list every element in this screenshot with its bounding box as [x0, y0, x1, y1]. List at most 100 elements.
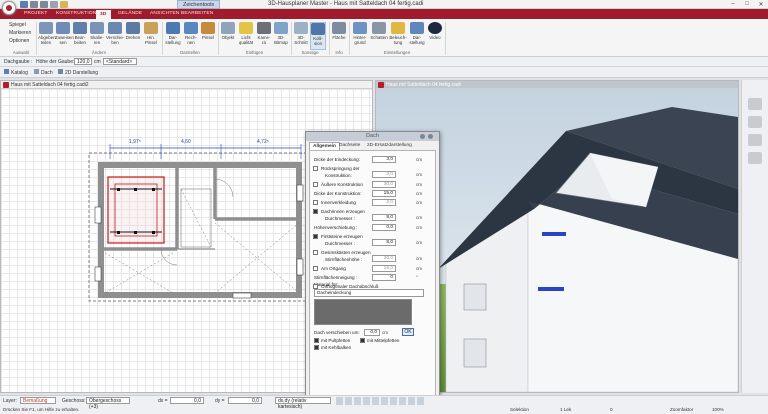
snap-toolbar[interactable]: [336, 397, 426, 405]
ribbon-item-markieren[interactable]: Markieren: [9, 30, 31, 36]
ribbon-button-beleuchtung[interactable]: Beleuch-tung: [389, 22, 407, 50]
coord-mode-select[interactable]: dx,dy (relativ kartesisch): [275, 397, 331, 410]
katalog-button[interactable]: Katalog: [4, 69, 28, 76]
tab-konstruktion[interactable]: KONSTRUKTION: [52, 9, 101, 19]
tab-3d[interactable]: 3D: [96, 10, 111, 19]
row-input[interactable]: 3,0: [372, 156, 396, 163]
tab-dachseite[interactable]: Dachseite: [336, 142, 363, 150]
tab-2d-ersatzdarstellung[interactable]: 2D-Ersatzdarstellung: [364, 142, 415, 150]
style-select[interactable]: <Standard>: [103, 58, 137, 65]
ribbon-separator: [291, 22, 292, 55]
row-input[interactable]: 3,0: [372, 171, 396, 178]
ribbon-button-darstellung[interactable]: Dar-stellung: [164, 22, 182, 50]
row-label: Höhenverschiebung :: [314, 225, 358, 230]
gaube-hoehe-input[interactable]: 120,0: [74, 58, 92, 65]
dx-input[interactable]: 0,0: [170, 397, 204, 404]
checkbox[interactable]: [314, 338, 319, 343]
ribbon-button-schatten[interactable]: Schatten: [370, 22, 388, 50]
ribbon-button-darstellung-2[interactable]: Dar-stellung: [408, 22, 426, 50]
2d-darstellung-button[interactable]: 2D Darstellung: [58, 69, 98, 76]
print-icon[interactable]: [50, 1, 58, 8]
row-sublabel: Durchmesser :: [325, 216, 355, 221]
save-icon[interactable]: [20, 1, 28, 8]
settings-icon[interactable]: [748, 152, 762, 164]
row-input[interactable]: 15,0: [372, 190, 396, 197]
ribbon-button-pinsel[interactable]: Pinsel: [200, 22, 216, 50]
checkbox[interactable]: [314, 345, 319, 350]
ribbon-button-skalieren[interactable]: Skalie-ren: [89, 22, 105, 50]
checkbox[interactable]: [313, 200, 318, 205]
row-input[interactable]: 8,0: [372, 214, 396, 221]
edit-icon: [73, 22, 87, 34]
dach-button[interactable]: Dach: [34, 69, 53, 76]
dx-label: dx =: [158, 398, 168, 404]
shift-input[interactable]: 0,0: [364, 329, 380, 336]
undo-icon[interactable]: [30, 1, 38, 8]
3d-window-titlebar[interactable]: Haus mit Satteldach 04 fertig.cadi: [376, 81, 738, 89]
dach-dialog[interactable]: Dach Allgemein Dachseite 2D-Ersatzdarste…: [305, 131, 440, 399]
row-label: Äußere Konstruktion: [321, 182, 363, 187]
row-label: Dicke der Konstruktion:: [314, 191, 362, 196]
row-input[interactable]: 20,0: [372, 255, 396, 262]
ribbon-button-zuweisen[interactable]: Zuweisen sen: [55, 22, 74, 50]
ribbon-item-spiegel[interactable]: Spiegel: [9, 22, 26, 28]
application-menu-button[interactable]: [2, 1, 16, 15]
row-input[interactable]: 0: [372, 274, 396, 281]
kehlbalken-checkbox[interactable]: mit Kehlbalken: [314, 345, 351, 351]
ribbon-button-drehen[interactable]: Drehen: [125, 22, 141, 50]
ribbon-button-3d-bitmap[interactable]: 3D- Bitmap: [273, 22, 289, 50]
ok-button[interactable]: OK: [402, 328, 414, 336]
row-input[interactable]: 8,0: [372, 239, 396, 246]
redo-icon[interactable]: [40, 1, 48, 8]
ribbon-button-kamera[interactable]: Kame-ra: [256, 22, 272, 50]
layer-select[interactable]: Bemaßung: [20, 397, 56, 404]
checkbox[interactable]: [313, 166, 318, 171]
ribbon-item-optionen[interactable]: Optionen: [9, 38, 29, 44]
floor-select[interactable]: Obergeschoss (+3): [86, 397, 130, 410]
checkbox[interactable]: [360, 338, 365, 343]
material-preview[interactable]: [314, 299, 412, 325]
dy-input[interactable]: 0,0: [228, 397, 262, 404]
catalog-icon[interactable]: [748, 116, 762, 128]
tab-gelaende[interactable]: GELÄNDE: [114, 9, 146, 19]
checkbox[interactable]: [313, 284, 318, 289]
ribbon-button-3d-schnitt[interactable]: 3D- Schnitt: [293, 22, 309, 50]
row-input[interactable]: 2,0: [372, 199, 396, 206]
minimize-icon[interactable]: –: [728, 1, 738, 8]
pultpfetten-checkbox[interactable]: mit Pultpfetten: [314, 338, 350, 344]
ribbon-button-rechnen[interactable]: Rech-nen: [183, 22, 199, 50]
ribbon-button-bearbeiten[interactable]: Bear-beiten: [72, 22, 88, 50]
open-icon[interactable]: [60, 1, 68, 8]
ribbon-button-verschieben[interactable]: Verschie-ben: [106, 22, 124, 50]
lighting-icon: [391, 22, 405, 34]
layers-icon[interactable]: [748, 134, 762, 146]
row-input[interactable]: 15,0: [372, 265, 396, 272]
dialog-close-icon[interactable]: [428, 134, 433, 139]
material-select[interactable]: Dacheindeckung: [314, 289, 424, 297]
plan-window-titlebar[interactable]: Haus mit Satteldach 04 fertig.cadi2: [1, 81, 372, 89]
row-input[interactable]: 30,0: [372, 181, 396, 188]
mittelpfetten-checkbox[interactable]: mit Mittelpfetten: [360, 338, 399, 344]
ribbon-button-objekt[interactable]: Objekt: [220, 22, 236, 50]
ribbon-button-abgeben[interactable]: Abgeben teilen: [38, 22, 56, 50]
row-input[interactable]: 0,0: [372, 224, 396, 231]
close-icon[interactable]: ✕: [756, 1, 766, 8]
ribbon-button-flaeche[interactable]: Fläche: [331, 22, 347, 50]
context-tab-zeichentools[interactable]: Zeichentools: [177, 0, 221, 9]
building-icon[interactable]: [748, 98, 762, 110]
ribbon-button-video[interactable]: Video: [427, 22, 443, 50]
ribbon-button-kollision[interactable]: Kolli-sion: [310, 22, 326, 50]
checkbox[interactable]: [313, 250, 318, 255]
checkbox[interactable]: [313, 266, 318, 271]
tab-projekt[interactable]: PROJEKT: [20, 9, 52, 19]
render-icon: [166, 22, 180, 34]
ribbon-button-hintergrund[interactable]: Hinter-grund: [351, 22, 369, 50]
checkbox[interactable]: [313, 182, 318, 187]
maximize-icon[interactable]: □: [742, 1, 752, 8]
ribbon-button-hin-pinsel[interactable]: Hin. Pinsel: [142, 22, 160, 50]
ribbon-button-lichtqualitaet[interactable]: Licht qualität: [237, 22, 255, 50]
dialog-help-icon[interactable]: [420, 134, 425, 139]
checkbox[interactable]: [313, 209, 318, 214]
tab-bearbeiten[interactable]: BEARBEITEN: [177, 9, 217, 19]
checkbox[interactable]: [313, 234, 318, 239]
